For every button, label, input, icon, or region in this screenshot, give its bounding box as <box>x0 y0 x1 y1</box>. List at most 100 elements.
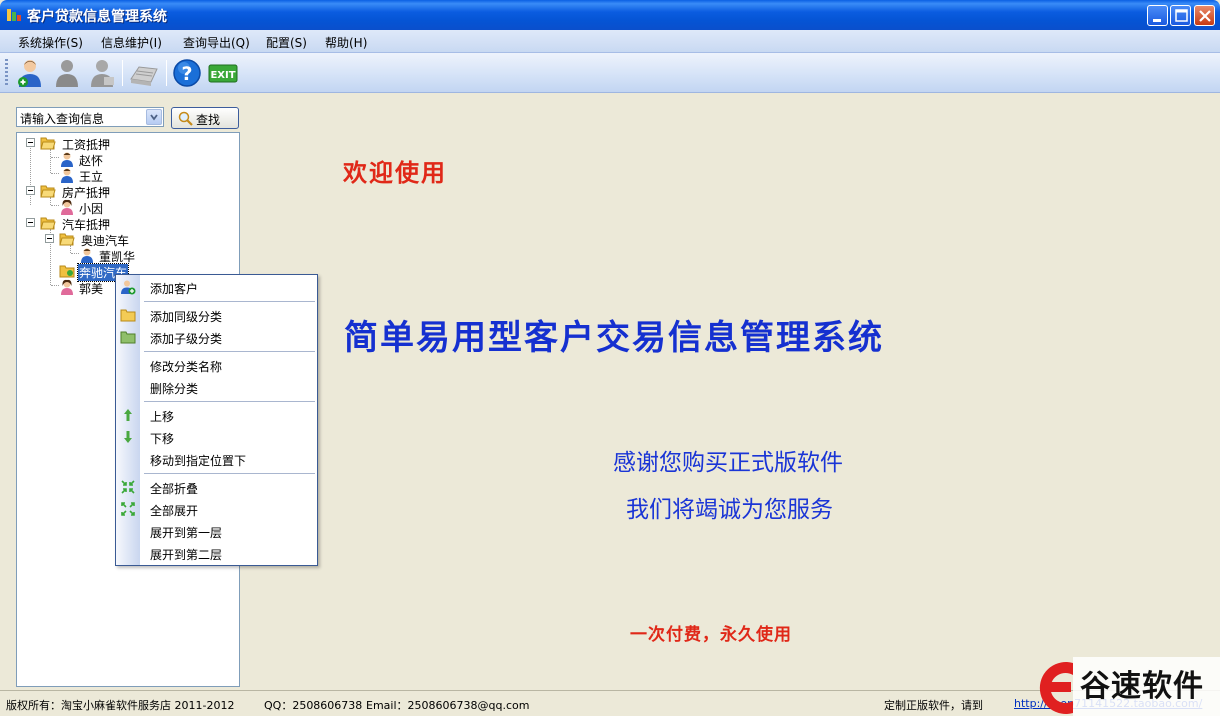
ctx-label: 移动到指定位置下 <box>150 454 247 468</box>
system-title: 简单易用型客户交易信息管理系统 <box>344 318 884 358</box>
folder-icon <box>59 265 75 278</box>
exit-icon: EXIT <box>208 64 238 83</box>
print-disabled-icon <box>130 66 158 86</box>
status-email: Email：2508606738@qq.com <box>366 699 530 712</box>
menu-separator <box>144 401 315 402</box>
add-user-icon <box>18 60 41 87</box>
expand-icon <box>121 502 135 516</box>
ctx-label: 下移 <box>150 432 175 446</box>
tree-node-label: 董凯华 <box>99 250 136 264</box>
welcome-heading: 欢迎使用 <box>343 158 447 187</box>
ctx-label: 展开到第一层 <box>150 526 223 540</box>
maximize-icon <box>1175 9 1188 22</box>
folder-open-icon <box>40 185 56 198</box>
ctx-move-up[interactable]: 上移 <box>116 404 317 426</box>
add-user-icon <box>121 280 136 295</box>
search-icon <box>178 111 193 126</box>
menu-info-maintain[interactable]: 信息维护(I) <box>101 34 162 51</box>
ctx-label: 添加同级分类 <box>150 310 223 324</box>
minimize-icon <box>1153 19 1161 22</box>
svg-text:?: ? <box>181 63 192 85</box>
folder-open-icon <box>59 233 75 246</box>
tree-node-label: 赵怀 <box>79 154 104 168</box>
menu-system[interactable]: 系统操作(S) <box>18 34 83 51</box>
menu-separator <box>144 351 315 352</box>
tree-line <box>51 173 59 174</box>
thanks-text: 感谢您购买正式版软件 <box>613 450 843 476</box>
ctx-add-customer[interactable]: 添加客户 <box>116 276 317 298</box>
menu-config[interactable]: 配置(S) <box>266 34 307 51</box>
person-female-icon <box>61 199 73 215</box>
help-button[interactable]: ? <box>171 57 203 89</box>
tree-line <box>51 157 59 158</box>
collapse-toggle[interactable] <box>26 186 35 195</box>
folder-open-icon <box>40 137 56 150</box>
search-input[interactable]: 请输入查询信息 <box>20 112 104 126</box>
status-qq: QQ：2508606738 <box>264 699 363 712</box>
ctx-label: 添加子级分类 <box>150 332 223 346</box>
ctx-delete-category[interactable]: 删除分类 <box>116 376 317 398</box>
user-button-3[interactable] <box>86 57 118 89</box>
dropdown-button[interactable] <box>146 109 162 125</box>
search-button-label: 查找 <box>196 113 221 127</box>
folder-open-icon <box>120 331 136 344</box>
tree-node-label: 郭美 <box>79 282 104 296</box>
ctx-label: 删除分类 <box>150 382 199 396</box>
toolbar: ? EXIT <box>0 53 1220 93</box>
ctx-move-down[interactable]: 下移 <box>116 426 317 448</box>
folder-icon <box>120 309 136 322</box>
tree-node-label: 小因 <box>79 202 104 216</box>
collapse-icon <box>121 480 135 494</box>
user-disabled-icon <box>91 60 114 87</box>
ctx-add-sibling-category[interactable]: 添加同级分类 <box>116 304 317 326</box>
ctx-label: 展开到第二层 <box>150 548 223 562</box>
ctx-move-to-position[interactable]: 移动到指定位置下 <box>116 448 317 470</box>
window-title: 客户贷款信息管理系统 <box>27 9 167 25</box>
ctx-label: 添加客户 <box>150 282 199 296</box>
menu-bar: 系统操作(S) 信息维护(I) 查询导出(Q) 配置(S) 帮助(H) <box>0 30 1220 53</box>
ctx-rename-category[interactable]: 修改分类名称 <box>116 354 317 376</box>
add-customer-button[interactable] <box>14 57 46 89</box>
tree-line <box>50 149 51 173</box>
print-button[interactable] <box>127 57 159 89</box>
close-button[interactable] <box>1194 5 1215 26</box>
chevron-down-icon <box>150 114 158 121</box>
ctx-expand-all[interactable]: 全部展开 <box>116 498 317 520</box>
minimize-button[interactable] <box>1147 5 1168 26</box>
menu-help[interactable]: 帮助(H) <box>325 34 367 51</box>
person-male-icon <box>61 152 73 167</box>
menu-separator <box>144 473 315 474</box>
payment-slogan: 一次付费，永久使用 <box>630 625 792 645</box>
context-menu: 添加客户 添加同级分类 添加子级分类 修改分类名称 删除分类 上移 下移 移动到… <box>115 274 318 566</box>
collapse-toggle[interactable] <box>26 218 35 227</box>
close-icon <box>1199 10 1211 22</box>
app-icon <box>7 9 21 21</box>
collapse-toggle[interactable] <box>26 138 35 147</box>
svg-text:EXIT: EXIT <box>210 70 235 81</box>
help-icon: ? <box>173 59 201 87</box>
status-copyright: 版权所有：淘宝小麻雀软件服务店 2011-2012 <box>6 699 235 712</box>
collapse-toggle[interactable] <box>45 234 54 243</box>
ctx-label: 上移 <box>150 410 175 424</box>
search-combobox[interactable]: 请输入查询信息 <box>16 107 164 127</box>
ctx-collapse-all[interactable]: 全部折叠 <box>116 476 317 498</box>
tree-line <box>51 205 59 206</box>
title-bar[interactable]: 客户贷款信息管理系统 <box>0 0 1220 30</box>
tree-line <box>71 253 79 254</box>
search-button[interactable]: 查找 <box>171 107 239 129</box>
tree-line <box>51 285 59 286</box>
user-button-2[interactable] <box>51 57 83 89</box>
ctx-expand-level-2[interactable]: 展开到第二层 <box>116 542 317 564</box>
toolbar-separator <box>122 60 123 86</box>
user-disabled-icon <box>56 60 78 87</box>
person-female-icon <box>61 279 73 295</box>
tree-line <box>30 141 31 205</box>
maximize-button[interactable] <box>1170 5 1191 26</box>
exit-button[interactable]: EXIT <box>207 57 239 89</box>
toolbar-grip[interactable] <box>5 59 8 87</box>
tree-node-label: 王立 <box>79 170 104 184</box>
menu-query-export[interactable]: 查询导出(Q) <box>183 34 250 51</box>
ctx-expand-level-1[interactable]: 展开到第一层 <box>116 520 317 542</box>
ctx-add-child-category[interactable]: 添加子级分类 <box>116 326 317 348</box>
service-text: 我们将竭诚为您服务 <box>626 497 833 523</box>
